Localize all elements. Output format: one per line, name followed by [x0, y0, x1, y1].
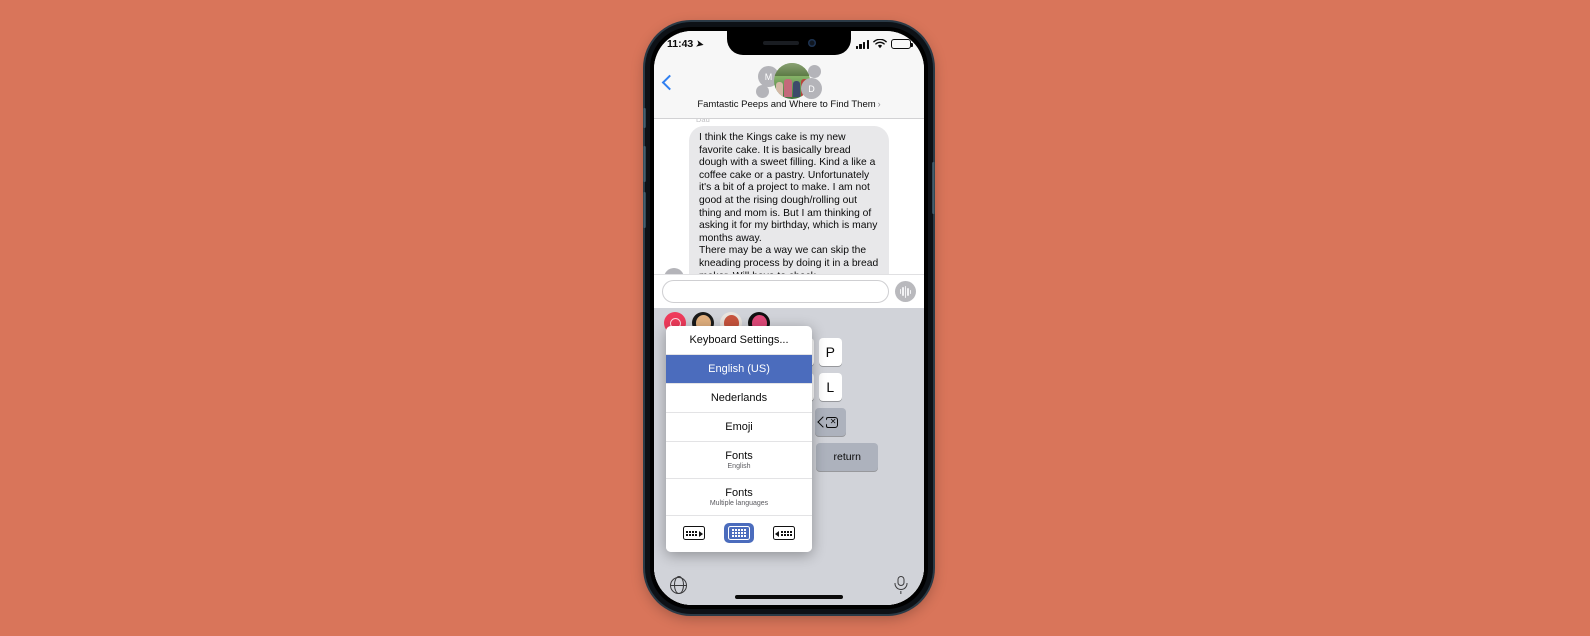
message-input-bar — [654, 274, 924, 308]
mute-switch[interactable] — [643, 108, 646, 128]
group-avatar-cluster[interactable]: M D — [746, 61, 832, 101]
phone-frame: 11:43 ➤ M D Famtastic Peeps and Where to… — [643, 22, 935, 614]
keyboard-dock-right-icon — [772, 526, 795, 540]
message-bubble[interactable]: I think the Kings cake is my new favorit… — [689, 126, 889, 290]
keyboard-switcher-popup[interactable]: Keyboard Settings... English (US) Nederl… — [666, 326, 812, 552]
audio-waveform-icon[interactable] — [895, 281, 916, 302]
layout-dock-left[interactable] — [679, 523, 709, 543]
front-camera-icon — [807, 39, 816, 47]
status-bar-left: 11:43 ➤ — [667, 37, 705, 50]
phone-screen: 11:43 ➤ M D Famtastic Peeps and Where to… — [654, 31, 924, 605]
popup-keyboard-settings[interactable]: Keyboard Settings... — [666, 326, 812, 355]
key-l[interactable]: L — [818, 373, 842, 401]
popup-fonts-multiple[interactable]: Fonts Multiple languages — [666, 479, 812, 516]
power-button[interactable] — [932, 162, 935, 214]
chat-title[interactable]: Famtastic Peeps and Where to Find Them › — [654, 99, 924, 110]
popup-fonts-english[interactable]: Fonts English — [666, 442, 812, 479]
popup-item-label: Emoji — [725, 421, 753, 433]
phone-bezel: 11:43 ➤ M D Famtastic Peeps and Where to… — [650, 27, 928, 609]
key-p[interactable]: P — [818, 338, 842, 366]
popup-item-label: Nederlands — [710, 392, 768, 404]
wifi-icon — [873, 39, 887, 49]
chat-title-text: Famtastic Peeps and Where to Find Them — [697, 99, 876, 110]
delete-backward-icon[interactable]: ✕ — [814, 408, 846, 436]
keyboard-layout-options — [666, 516, 812, 552]
popup-item-sublabel: Multiple languages — [709, 500, 769, 507]
avatar-d: D — [801, 78, 822, 99]
popup-item-label: Fonts — [725, 450, 753, 462]
keyboard-full-icon — [727, 526, 750, 540]
layout-full[interactable] — [723, 523, 754, 543]
battery-icon — [891, 39, 913, 49]
popup-item-label: Keyboard Settings... — [689, 334, 789, 346]
return-key[interactable]: return — [816, 443, 879, 471]
chevron-right-icon: › — [877, 99, 881, 109]
notch — [727, 31, 851, 55]
volume-down-button[interactable] — [643, 192, 646, 228]
location-arrow-icon: ➤ — [695, 37, 705, 50]
message-row-dad: D I think the Kings cake is my new favor… — [654, 126, 924, 290]
chat-header: M D Famtastic Peeps and Where to Find Th… — [654, 57, 924, 119]
avatar-small-1 — [756, 85, 769, 98]
popup-english-us[interactable]: English (US) — [666, 355, 812, 384]
popup-item-label: Fonts — [725, 487, 753, 499]
volume-up-button[interactable] — [643, 146, 646, 182]
back-chevron-icon[interactable] — [661, 74, 678, 91]
home-indicator[interactable] — [735, 595, 843, 599]
status-bar-right — [855, 39, 913, 49]
earpiece-speaker — [762, 41, 799, 45]
message-paragraph: I think the Kings cake is my new favorit… — [699, 132, 878, 244]
popup-item-label: English (US) — [708, 363, 770, 375]
sender-label-dad: Dad — [696, 119, 710, 124]
microphone-icon[interactable] — [894, 576, 908, 594]
message-input-field[interactable] — [662, 280, 889, 303]
popup-emoji[interactable]: Emoji — [666, 413, 812, 442]
keyboard-bottom-bar — [654, 565, 924, 605]
layout-dock-right[interactable] — [769, 523, 799, 543]
cellular-signal-icon — [855, 39, 869, 49]
popup-item-sublabel: English — [727, 463, 751, 470]
keyboard-dock-left-icon — [683, 526, 706, 540]
status-time: 11:43 — [667, 38, 694, 50]
globe-icon[interactable] — [669, 576, 688, 594]
popup-nederlands[interactable]: Nederlands — [666, 384, 812, 413]
